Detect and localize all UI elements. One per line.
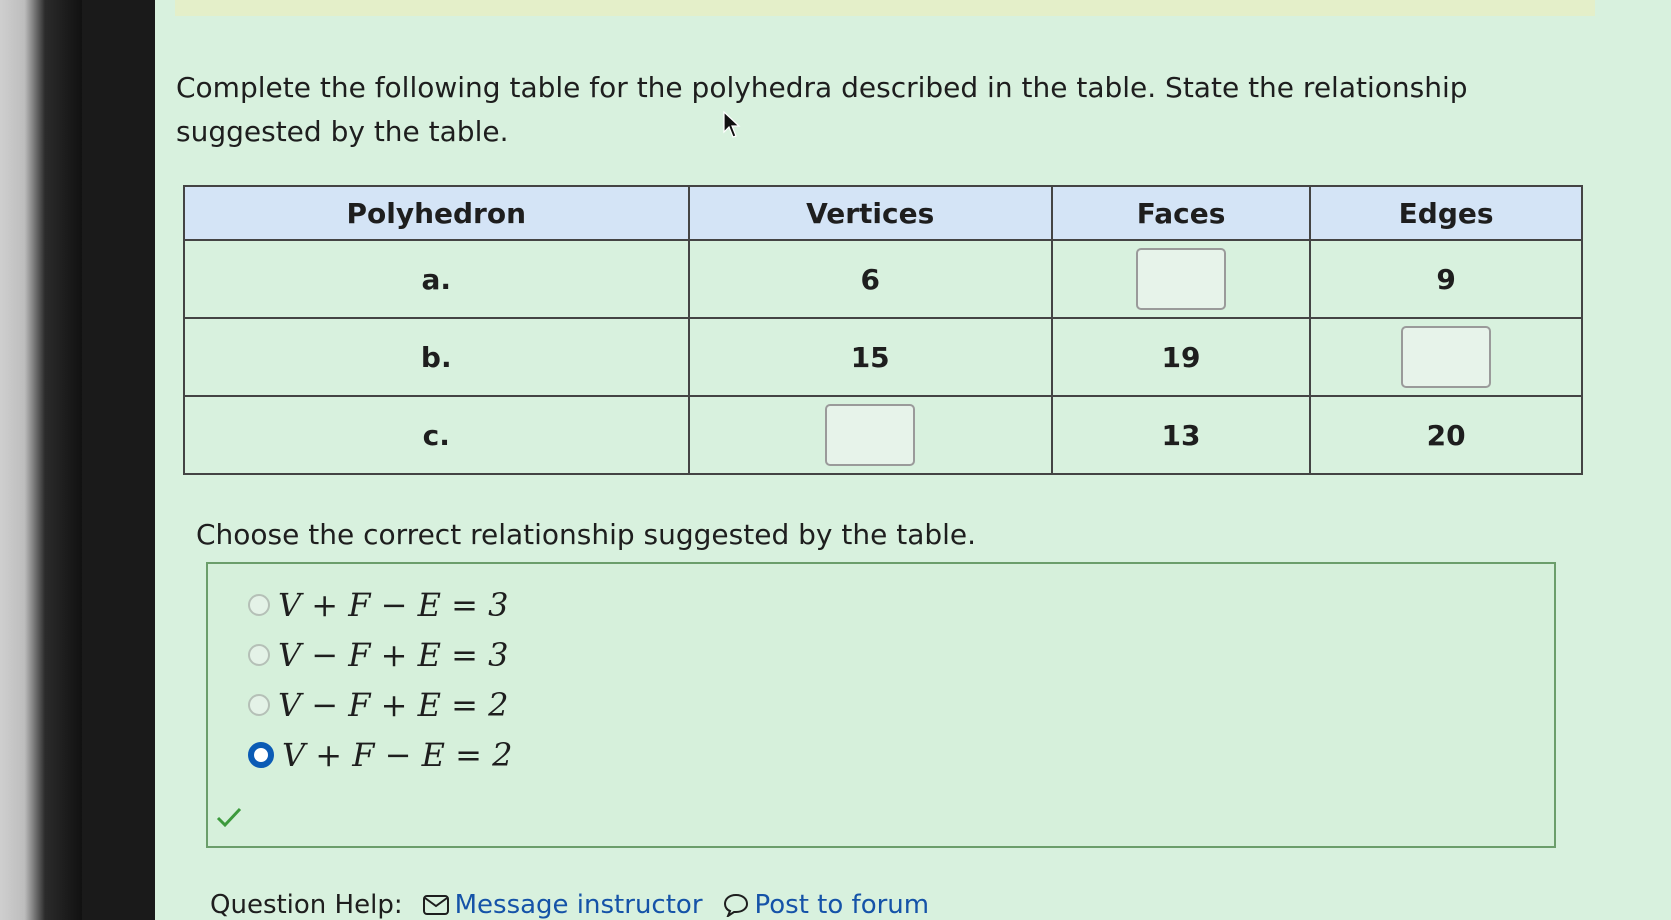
monitor-bezel bbox=[0, 0, 82, 920]
header-vertices: Vertices bbox=[687, 185, 1053, 241]
option-2-label: V − F + E = 3 bbox=[278, 636, 509, 674]
cell-edges-b bbox=[1309, 317, 1583, 397]
option-4-label: V + F − E = 2 bbox=[282, 736, 513, 774]
cell-edges-c: 20 bbox=[1309, 395, 1583, 475]
cell-vertices-c bbox=[687, 395, 1053, 475]
cell-faces-c: 13 bbox=[1050, 395, 1312, 475]
speech-bubble-icon bbox=[723, 893, 748, 917]
screen-edge bbox=[82, 0, 160, 920]
table-header-row: Polyhedron Vertices Faces Edges bbox=[183, 185, 1583, 241]
header-polyhedron: Polyhedron bbox=[183, 185, 690, 241]
radio-option-4-selected[interactable] bbox=[248, 742, 274, 768]
polyhedra-table: Polyhedron Vertices Faces Edges a. 6 9 b… bbox=[183, 185, 1583, 475]
option-1-label: V + F − E = 3 bbox=[278, 586, 509, 624]
question-text: Complete the following table for the pol… bbox=[176, 71, 1468, 148]
question-help-bar: Question Help: Message instructor Post t… bbox=[210, 890, 929, 920]
relationship-prompt: Choose the correct relationship suggeste… bbox=[196, 518, 977, 551]
question-help-label: Question Help: bbox=[210, 890, 403, 920]
option-2[interactable]: V − F + E = 3 bbox=[248, 636, 509, 674]
post-to-forum-label: Post to forum bbox=[754, 890, 930, 920]
table-row: c. 13 20 bbox=[183, 395, 1583, 475]
post-to-forum-link[interactable]: Post to forum bbox=[723, 890, 930, 920]
cell-faces-a bbox=[1050, 239, 1312, 319]
faces-a-input[interactable] bbox=[1136, 248, 1227, 310]
cell-edges-a: 9 bbox=[1309, 239, 1583, 319]
table-row: a. 6 9 bbox=[183, 239, 1583, 319]
radio-option-2[interactable] bbox=[248, 644, 270, 666]
option-1[interactable]: V + F − E = 3 bbox=[248, 586, 509, 624]
correct-check-icon bbox=[216, 807, 242, 828]
table-row: b. 15 19 bbox=[183, 317, 1583, 397]
option-3[interactable]: V − F + E = 2 bbox=[248, 686, 509, 724]
cell-polyhedron-b: b. bbox=[183, 317, 690, 397]
message-instructor-link[interactable]: Message instructor bbox=[422, 890, 703, 920]
header-faces: Faces bbox=[1050, 185, 1312, 241]
header-edges: Edges bbox=[1309, 185, 1583, 241]
cell-polyhedron-a: a. bbox=[183, 239, 690, 319]
cell-polyhedron-c: c. bbox=[183, 395, 690, 475]
answer-panel: V + F − E = 3 V − F + E = 3 V − F + E = … bbox=[206, 562, 1556, 848]
radio-option-1[interactable] bbox=[248, 594, 270, 616]
envelope-icon bbox=[422, 895, 449, 915]
edges-b-input[interactable] bbox=[1401, 326, 1492, 388]
option-3-label: V − F + E = 2 bbox=[278, 686, 509, 724]
cell-vertices-b: 15 bbox=[687, 317, 1053, 397]
cell-faces-b: 19 bbox=[1050, 317, 1312, 397]
mouse-cursor-icon bbox=[723, 110, 741, 138]
radio-option-3[interactable] bbox=[248, 694, 270, 716]
message-instructor-label: Message instructor bbox=[454, 890, 703, 920]
cell-vertices-a: 6 bbox=[687, 239, 1053, 319]
top-banner-strip bbox=[175, 0, 1595, 16]
option-4[interactable]: V + F − E = 2 bbox=[248, 736, 513, 774]
vertices-c-input[interactable] bbox=[825, 404, 916, 466]
